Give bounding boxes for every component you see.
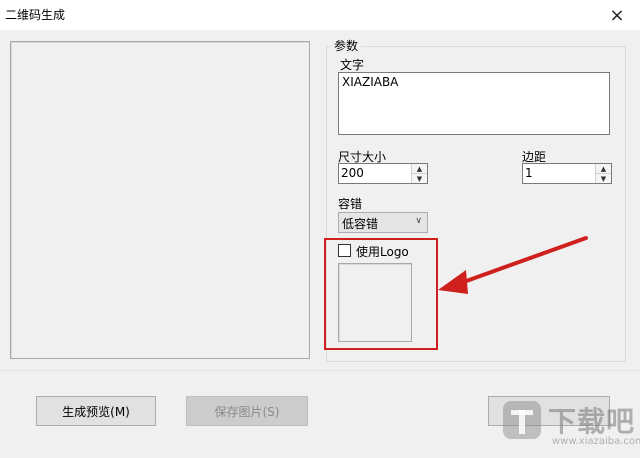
watermark-url: www.xiazaiba.com bbox=[552, 436, 640, 447]
margin-stepper[interactable]: 1 ▲ ▼ bbox=[522, 163, 612, 184]
size-stepper-arrows: ▲ ▼ bbox=[411, 164, 427, 183]
qr-preview-area bbox=[10, 41, 310, 359]
margin-stepper-arrows: ▲ ▼ bbox=[595, 164, 611, 183]
watermark-text: 下载吧 bbox=[548, 405, 636, 438]
size-down-icon[interactable]: ▼ bbox=[412, 173, 427, 183]
watermark-logo-icon bbox=[503, 401, 541, 439]
highlight-box bbox=[324, 238, 438, 350]
chevron-down-icon: ∨ bbox=[415, 216, 422, 226]
save-image-button[interactable]: 保存图片(S) bbox=[186, 396, 308, 426]
size-value: 200 bbox=[341, 166, 364, 180]
text-input[interactable]: XIAZIABA bbox=[338, 72, 610, 135]
margin-down-icon[interactable]: ▼ bbox=[596, 173, 611, 183]
annotation-arrow-icon bbox=[438, 236, 588, 294]
error-level-value: 低容错 bbox=[342, 217, 379, 231]
close-button[interactable]: × bbox=[594, 0, 640, 30]
params-group-label: 参数 bbox=[331, 37, 362, 54]
error-label: 容错 bbox=[338, 197, 363, 211]
margin-up-icon[interactable]: ▲ bbox=[596, 164, 611, 173]
title-bar: 二维码生成 × bbox=[0, 0, 640, 30]
error-level-select[interactable]: 低容错 ∨ bbox=[338, 212, 428, 233]
margin-value: 1 bbox=[525, 166, 533, 180]
size-up-icon[interactable]: ▲ bbox=[412, 164, 427, 173]
size-stepper[interactable]: 200 ▲ ▼ bbox=[338, 163, 428, 184]
text-label: 文字 bbox=[340, 58, 365, 72]
generate-preview-button[interactable]: 生成预览(M) bbox=[36, 396, 156, 426]
close-icon: × bbox=[609, 4, 625, 26]
window-title: 二维码生成 bbox=[5, 8, 66, 22]
